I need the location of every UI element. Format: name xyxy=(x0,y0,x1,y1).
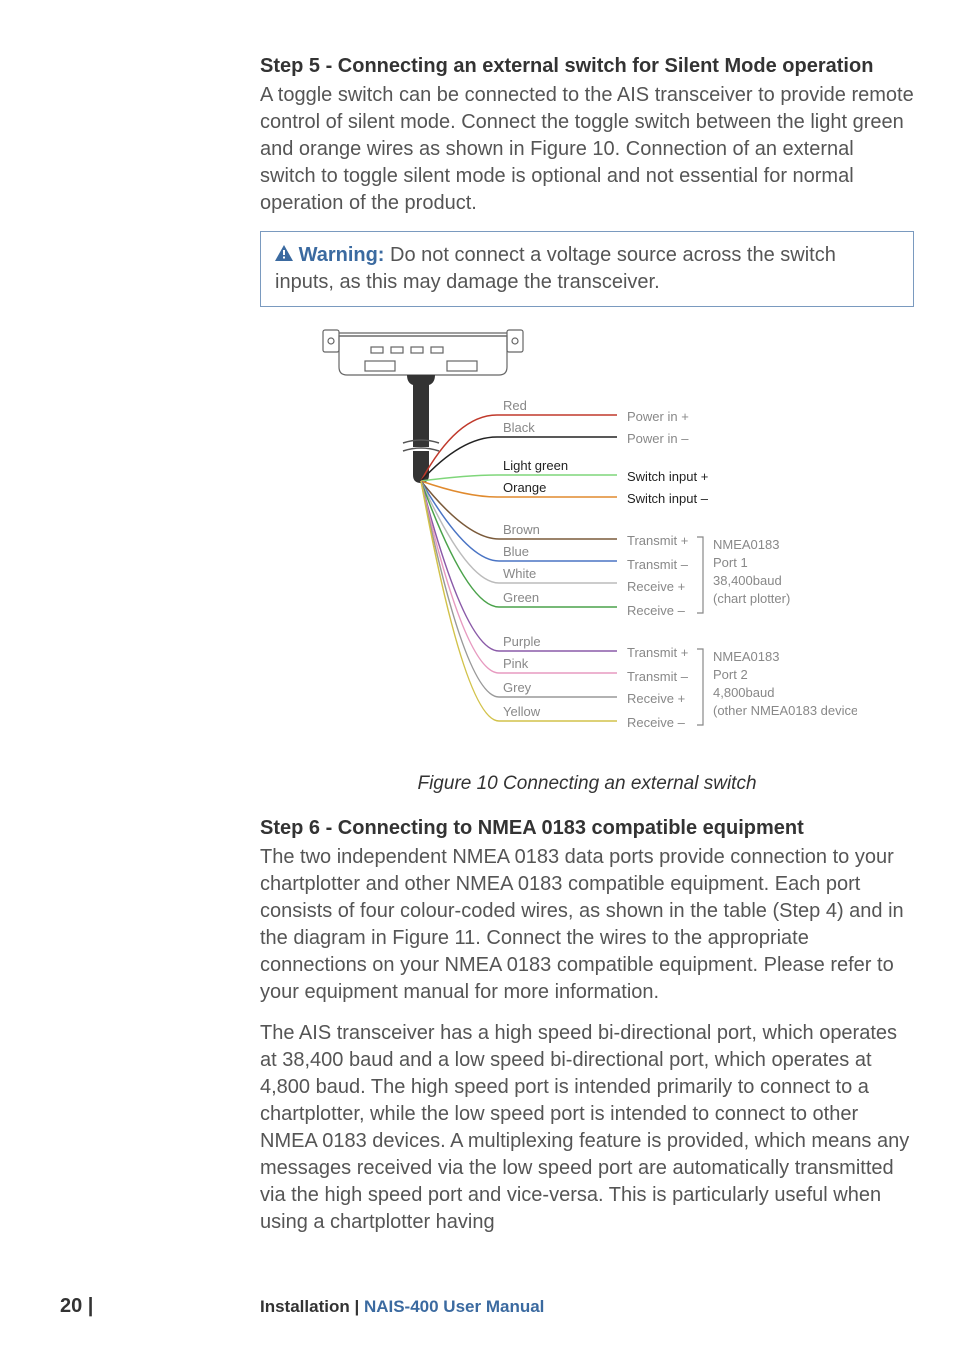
footer-section: Installation | xyxy=(260,1297,364,1316)
wire-label: Green xyxy=(503,590,539,605)
page-content: Step 5 - Connecting an external switch f… xyxy=(260,55,914,1236)
port1-label: Port 1 xyxy=(713,555,748,570)
signal-label: Receive + xyxy=(627,579,685,594)
port2-label: Port 2 xyxy=(713,667,748,682)
port1-label: NMEA0183 xyxy=(713,537,779,552)
step5-heading: Step 5 - Connecting an external switch f… xyxy=(260,55,914,78)
port1-label: 38,400baud xyxy=(713,573,782,588)
page-footer: 20 | Installation | NAIS-400 User Manual xyxy=(60,1295,914,1318)
port2-label: 4,800baud xyxy=(713,685,774,700)
wire-label: Purple xyxy=(503,634,541,649)
wire-label: Red xyxy=(503,398,527,413)
figure-caption: Figure 10 Connecting an external switch xyxy=(260,773,914,795)
signal-label: Transmit – xyxy=(627,669,689,684)
signal-label: Receive – xyxy=(627,603,686,618)
step5-body: A toggle switch can be connected to the … xyxy=(260,82,914,217)
signal-label: Receive – xyxy=(627,715,686,730)
warning-box: Warning: Do not connect a voltage source… xyxy=(260,231,914,307)
wire-label: Light green xyxy=(503,458,568,473)
signal-label: Transmit + xyxy=(627,645,688,660)
footer-title: Installation | NAIS-400 User Manual xyxy=(260,1297,544,1317)
port2-label: (other NMEA0183 device) xyxy=(713,703,857,718)
wiring-diagram: Red Black Light green Orange Brown Blue … xyxy=(317,325,857,765)
warning-icon xyxy=(275,242,293,269)
step6-body1: The two independent NMEA 0183 data ports… xyxy=(260,844,914,1006)
signal-label: Switch input – xyxy=(627,491,709,506)
wire-label: White xyxy=(503,566,536,581)
wire-label: Yellow xyxy=(503,704,541,719)
step6-heading: Step 6 - Connecting to NMEA 0183 compati… xyxy=(260,817,914,840)
wire-label: Blue xyxy=(503,544,529,559)
wire-label: Brown xyxy=(503,522,540,537)
wire-label: Orange xyxy=(503,480,546,495)
signal-label: Transmit – xyxy=(627,557,689,572)
port1-label: (chart plotter) xyxy=(713,591,790,606)
warning-label: Warning: xyxy=(299,244,385,266)
signal-label: Power in + xyxy=(627,409,689,424)
step6-body2: The AIS transceiver has a high speed bi-… xyxy=(260,1020,914,1236)
footer-manual: NAIS-400 User Manual xyxy=(364,1297,544,1316)
signal-label: Transmit + xyxy=(627,533,688,548)
page-number: 20 | xyxy=(60,1295,260,1318)
signal-label: Power in – xyxy=(627,431,689,446)
signal-label: Receive + xyxy=(627,691,685,706)
port2-label: NMEA0183 xyxy=(713,649,779,664)
wire-label: Grey xyxy=(503,680,532,695)
signal-label: Switch input + xyxy=(627,469,708,484)
wire-label: Black xyxy=(503,420,535,435)
wire-label: Pink xyxy=(503,656,529,671)
